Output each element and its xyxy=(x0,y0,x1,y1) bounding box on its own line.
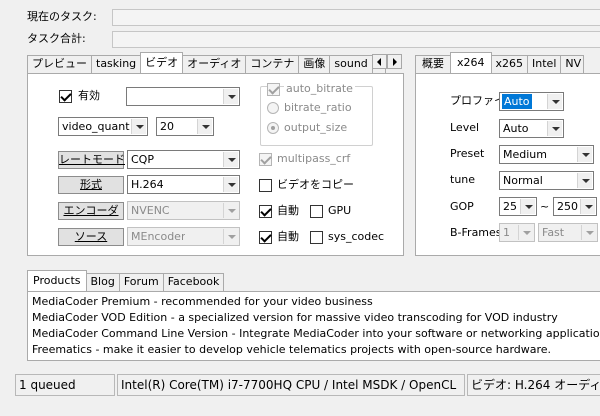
total-task-field xyxy=(112,31,600,48)
tab-facebook[interactable]: Facebook xyxy=(162,273,225,291)
multipass-checkbox[interactable] xyxy=(259,153,272,166)
source-button[interactable]: ソース xyxy=(58,228,124,246)
tab-sound[interactable]: sound xyxy=(329,55,373,73)
encoder-button[interactable]: エンコーダ xyxy=(58,202,124,220)
current-task-field xyxy=(112,9,600,26)
tab-video[interactable]: ビデオ xyxy=(140,52,184,73)
auto-encoder-label: 自動 xyxy=(277,204,299,217)
output-size-radio[interactable] xyxy=(267,122,279,134)
tab-scroll-left-icon[interactable] xyxy=(372,54,387,69)
profile-label: プロファイ xyxy=(450,94,505,107)
bframes-select[interactable]: 1 xyxy=(499,223,535,242)
chevron-down-icon xyxy=(547,94,562,109)
tune-label: tune xyxy=(450,173,476,186)
chevron-down-icon xyxy=(223,177,238,192)
tab-preview[interactable]: プレビュー xyxy=(27,55,92,73)
chevron-down-icon xyxy=(518,225,533,240)
bframes-mode-select[interactable]: Fast xyxy=(538,223,598,242)
chevron-down-icon xyxy=(577,173,592,188)
video-settings-panel: 有効 video_quant 20 レートモード CQP 形式 H.264 エン… xyxy=(27,73,404,256)
chevron-down-icon xyxy=(547,121,562,136)
profile-select[interactable]: Auto xyxy=(499,92,564,111)
bframes-label: B-Frames xyxy=(450,226,502,239)
output-size-label: output_size xyxy=(284,121,348,134)
bitrate-ratio-radio[interactable] xyxy=(267,102,279,114)
source-select[interactable]: MEncoder xyxy=(127,227,240,246)
left-tab-bar: プレビュー tasking ビデオ オーディオ コンテナ 画像 sound E xyxy=(27,52,386,73)
chevron-down-icon xyxy=(223,229,238,244)
tab-scroll-right-icon[interactable] xyxy=(387,54,402,69)
enabled-checkbox[interactable] xyxy=(59,90,72,103)
status-video: ビデオ: H.264 オーディ xyxy=(467,374,600,396)
chevron-down-icon xyxy=(580,199,595,214)
copy-video-label: ビデオをコピー xyxy=(277,178,354,191)
tune-select[interactable]: Normal xyxy=(499,171,594,190)
rate-mode-select[interactable]: CQP xyxy=(127,150,240,169)
status-queued: 1 queued xyxy=(15,374,115,396)
gpu-label: GPU xyxy=(328,204,352,217)
product-link-freematics[interactable]: Freematics - make it easier to develop v… xyxy=(32,342,600,358)
level-label: Level xyxy=(450,121,480,134)
sys-codec-checkbox[interactable] xyxy=(310,231,323,244)
copy-video-checkbox[interactable] xyxy=(259,179,272,192)
chevron-down-icon xyxy=(577,147,592,162)
gop-label: GOP xyxy=(450,200,474,213)
rate-mode-button[interactable]: レートモード xyxy=(58,151,125,169)
tab-nv[interactable]: NV xyxy=(560,55,585,73)
total-task-label: タスク合計: xyxy=(27,32,86,45)
preset-select[interactable]: Medium xyxy=(499,145,594,164)
product-link-cli[interactable]: MediaCoder Command Line Version - Integr… xyxy=(32,326,600,342)
format-select[interactable]: H.264 xyxy=(127,175,240,194)
encoder-select[interactable]: NVENC xyxy=(127,201,240,220)
tab-products[interactable]: Products xyxy=(27,270,87,291)
tab-forum[interactable]: Forum xyxy=(118,273,164,291)
gop-min-select[interactable]: 25 xyxy=(499,197,537,216)
enabled-label: 有効 xyxy=(78,89,100,102)
chevron-down-icon xyxy=(131,119,146,134)
products-list: MediaCoder Premium - recommended for you… xyxy=(27,291,600,361)
tab-intel[interactable]: Intel xyxy=(527,55,562,73)
product-link-vod[interactable]: MediaCoder VOD Edition - a specialized v… xyxy=(32,310,600,326)
bitrate-ratio-label: bitrate_ratio xyxy=(284,101,352,114)
tab-container[interactable]: コンテナ xyxy=(245,55,300,73)
tab-audio[interactable]: オーディオ xyxy=(182,55,247,73)
auto-encoder-checkbox[interactable] xyxy=(259,205,272,218)
format-button[interactable]: 形式 xyxy=(58,176,124,194)
tab-summary[interactable]: 概要 xyxy=(415,55,451,73)
auto-source-checkbox[interactable] xyxy=(259,231,272,244)
level-select[interactable]: Auto xyxy=(499,119,564,138)
quant-value-select[interactable]: 20 xyxy=(156,117,214,136)
chevron-down-icon xyxy=(223,203,238,218)
video-top-combo[interactable] xyxy=(126,87,240,106)
tab-x265[interactable]: x265 xyxy=(490,55,529,73)
chevron-down-icon xyxy=(223,89,238,104)
tab-x264[interactable]: x264 xyxy=(450,52,492,73)
gop-separator: ~ xyxy=(540,200,550,213)
tab-tasking[interactable]: tasking xyxy=(91,55,142,73)
gpu-checkbox[interactable] xyxy=(310,205,323,218)
x264-settings-panel: プロファイ Auto Level Auto Preset Medium tune… xyxy=(415,73,600,256)
chevron-down-icon xyxy=(581,225,596,240)
auto-source-label: 自動 xyxy=(277,230,299,243)
current-task-label: 現在のタスク: xyxy=(27,10,97,23)
chevron-down-icon xyxy=(520,199,535,214)
sys-codec-label: sys_codec xyxy=(328,230,385,243)
tab-blog[interactable]: Blog xyxy=(85,273,120,291)
info-tab-bar: Products Blog Forum Facebook xyxy=(27,270,225,291)
status-cpu: Intel(R) Core(TM) i7-7700HQ CPU / Intel … xyxy=(117,374,465,396)
chevron-down-icon xyxy=(223,152,238,167)
gop-max-select[interactable]: 250 xyxy=(553,197,597,216)
chevron-down-icon xyxy=(197,119,212,134)
quant-mode-select[interactable]: video_quant xyxy=(58,117,148,136)
preset-label: Preset xyxy=(450,147,485,160)
auto-bitrate-label: auto_bitrate xyxy=(284,82,355,96)
multipass-label: multipass_crf xyxy=(277,152,351,165)
auto-bitrate-checkbox[interactable] xyxy=(267,83,280,96)
product-link-premium[interactable]: MediaCoder Premium - recommended for you… xyxy=(32,294,600,310)
right-tab-bar: 概要 x264 x265 Intel NV xyxy=(415,52,585,73)
tab-image[interactable]: 画像 xyxy=(298,55,331,73)
